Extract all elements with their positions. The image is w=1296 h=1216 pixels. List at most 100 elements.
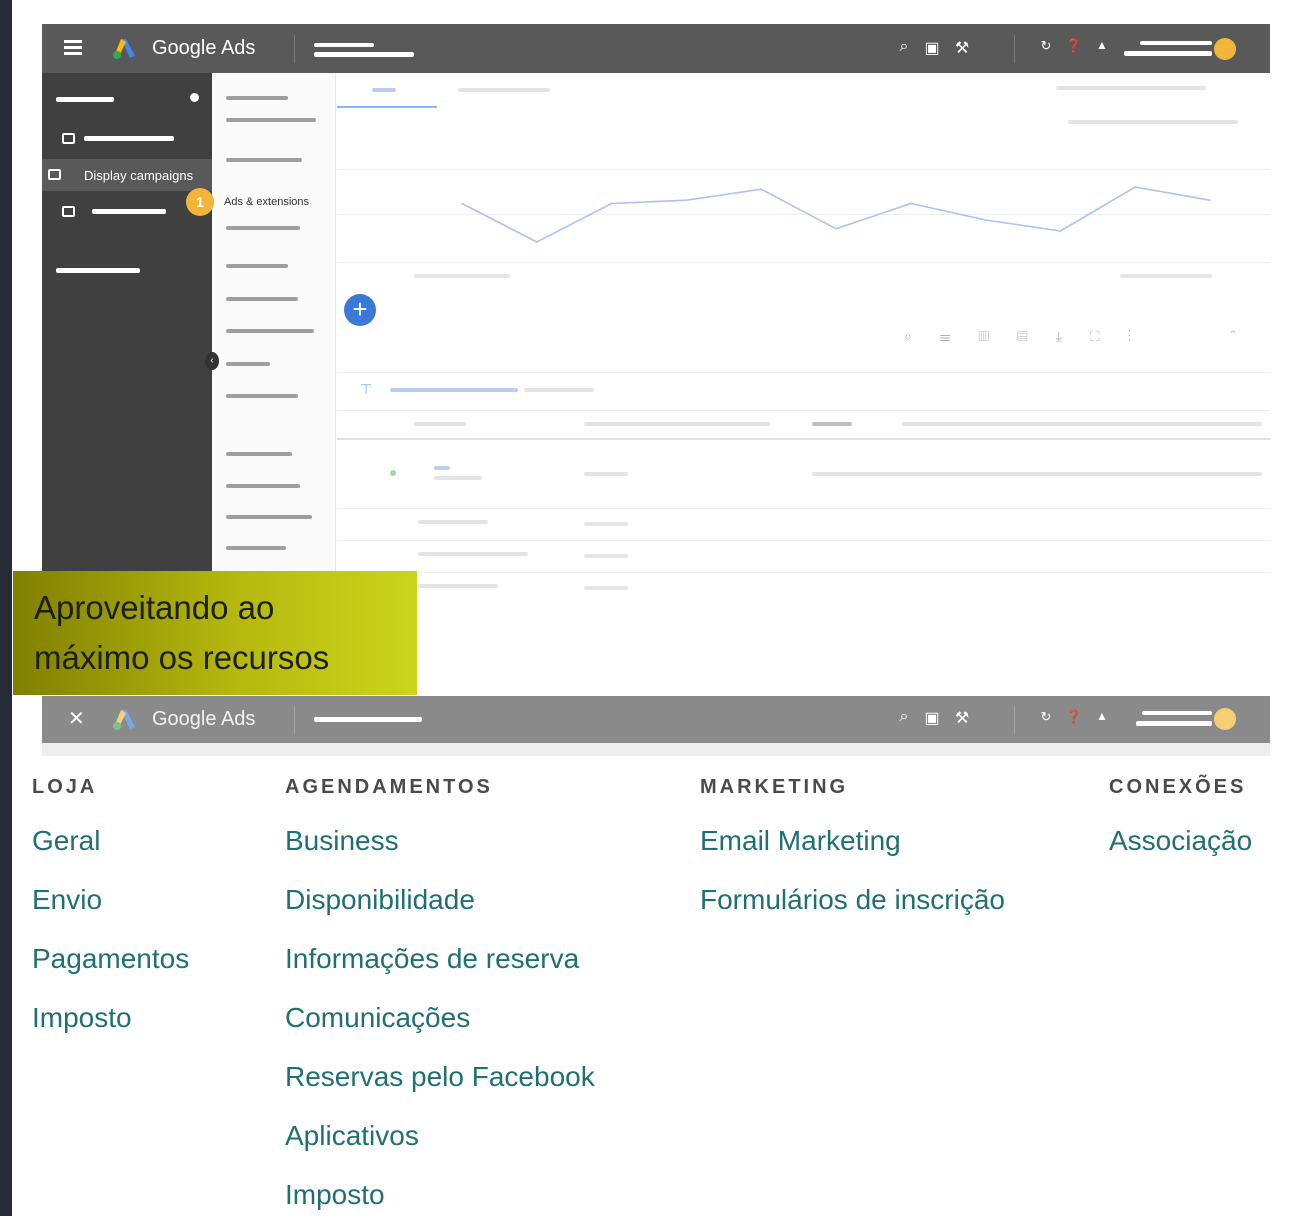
primary-sidebar — [42, 73, 212, 602]
chevron-up-icon[interactable]: ⌃ — [1228, 328, 1238, 342]
table-header-placeholder — [902, 422, 1262, 426]
chart-point — [536, 241, 538, 243]
step-badge: 1 — [186, 188, 214, 216]
table-row-placeholder — [418, 520, 488, 524]
menu-link-associacao[interactable]: Associação — [1109, 825, 1252, 884]
table-header-placeholder — [584, 422, 770, 426]
page-menu-placeholder — [226, 329, 314, 333]
filter-chip-placeholder[interactable] — [390, 388, 518, 392]
page-menu-placeholder — [226, 96, 288, 100]
tab-placeholder[interactable] — [372, 88, 396, 92]
menu-link-email-marketing[interactable]: Email Marketing — [700, 825, 1005, 884]
google-ads-logo-icon — [113, 39, 135, 59]
table-row-placeholder[interactable] — [434, 466, 450, 470]
search-icon[interactable]: ⌕ — [894, 708, 914, 730]
reports-icon[interactable]: ▣ — [922, 708, 942, 730]
caption-line-2: máximo os recursos — [34, 639, 330, 676]
help-icon[interactable]: ❓ — [1064, 709, 1084, 731]
close-icon[interactable]: ✕ — [68, 706, 85, 731]
refresh-icon[interactable]: ↻ — [1036, 709, 1056, 731]
table-header-placeholder — [414, 422, 466, 426]
table-row-placeholder — [434, 476, 482, 480]
refresh-icon[interactable]: ↻ — [1036, 38, 1056, 60]
menu-link-geral[interactable]: Geral — [32, 825, 189, 884]
chart-point — [610, 202, 613, 205]
divider — [337, 410, 1270, 411]
page-menu-placeholder — [226, 452, 292, 456]
sidebar-item-label: Display campaigns — [84, 168, 194, 183]
page-menu-placeholder — [226, 226, 300, 230]
menu-link-imposto[interactable]: Imposto — [32, 1002, 189, 1061]
sidebar-placeholder — [56, 268, 140, 273]
active-tab-indicator — [337, 106, 437, 108]
user-placeholder — [1142, 711, 1212, 715]
google-ads-topbar-screenshot: ✕ Google Ads ⌕ ▣ ⚒ ↻ ❓ ▲ — [42, 696, 1270, 756]
avatar[interactable] — [1214, 38, 1236, 60]
menu-link-imposto[interactable]: Imposto — [285, 1179, 595, 1216]
menu-link-informacoes-de-reserva[interactable]: Informações de reserva — [285, 943, 595, 1002]
table-row-placeholder — [584, 522, 628, 526]
plus-icon[interactable]: + — [344, 294, 376, 326]
menu-column-list: Email Marketing Formulários de inscrição — [700, 825, 1005, 943]
display-icon — [48, 169, 61, 180]
menu-link-envio[interactable]: Envio — [32, 884, 189, 943]
table-header-divider — [337, 438, 1270, 440]
table-row-placeholder — [584, 472, 628, 476]
hamburger-icon[interactable] — [64, 40, 82, 58]
chart-axis-placeholder — [414, 274, 510, 278]
tools-icon[interactable]: ⚒ — [952, 38, 972, 60]
menu-link-pagamentos[interactable]: Pagamentos — [32, 943, 189, 1002]
chart-point — [685, 199, 688, 201]
brand-name: Google Ads — [152, 37, 256, 59]
chart-point — [1059, 230, 1062, 232]
table-row-placeholder — [418, 584, 498, 588]
brand-name: Google Ads — [152, 708, 256, 730]
caption-banner: Aproveitando ao máximo os recursos — [13, 571, 417, 695]
page-menu-placeholder — [226, 297, 298, 301]
menu-link-business[interactable]: Business — [285, 825, 595, 884]
google-ads-logo-icon — [113, 710, 135, 730]
avatar[interactable] — [1214, 708, 1236, 730]
settings-dot-icon[interactable] — [190, 93, 199, 102]
slide: Google Ads ⌕ ▣ ⚒ ↻ ❓ ▲ Display campaigns — [12, 0, 1296, 1216]
chart-point — [835, 228, 837, 230]
table-row-placeholder — [584, 586, 628, 590]
date-range-placeholder[interactable] — [1056, 86, 1206, 90]
help-icon[interactable]: ❓ — [1064, 38, 1084, 60]
table-row-placeholder — [584, 554, 628, 558]
divider — [1014, 706, 1015, 734]
tab-placeholder[interactable] — [458, 88, 550, 92]
google-ads-screenshot: Google Ads ⌕ ▣ ⚒ ↻ ❓ ▲ Display campaigns — [42, 24, 1270, 602]
menu-link-comunicacoes[interactable]: Comunicações — [285, 1002, 595, 1061]
table-toolbar-icons[interactable]: ⌕☰▥▤⤓⛶⋮ — [904, 328, 1159, 345]
chart-point — [760, 188, 762, 190]
table-row-divider — [337, 508, 1270, 509]
menu-column-agendamentos: AGENDAMENTOS Business Disponibilidade In… — [285, 776, 595, 1216]
user-placeholder — [1136, 721, 1212, 726]
status-dot-icon — [390, 470, 396, 476]
tools-icon[interactable]: ⚒ — [952, 708, 972, 730]
page-menu-placeholder — [226, 158, 302, 162]
reports-icon[interactable]: ▣ — [922, 38, 942, 60]
divider — [1014, 35, 1015, 63]
filter-icon[interactable]: ⊤ — [360, 381, 372, 398]
sidebar-placeholder — [84, 136, 174, 141]
content-strip — [42, 743, 1270, 756]
account-placeholder — [314, 52, 414, 57]
caption-line-1: Aproveitando ao — [34, 589, 275, 626]
menu-link-aplicativos[interactable]: Aplicativos — [285, 1120, 595, 1179]
menu-link-formularios-de-inscricao[interactable]: Formulários de inscrição — [700, 884, 1005, 943]
page-menu-ads-extensions[interactable]: Ads & extensions — [224, 196, 309, 208]
menu-link-disponibilidade[interactable]: Disponibilidade — [285, 884, 595, 943]
bell-icon[interactable]: ▲ — [1092, 709, 1112, 731]
page-menu-placeholder — [226, 515, 312, 519]
table-row-divider — [337, 540, 1270, 541]
menu-link-reservas-pelo-facebook[interactable]: Reservas pelo Facebook — [285, 1061, 595, 1120]
filter-placeholder[interactable] — [1068, 120, 1238, 124]
search-icon[interactable]: ⌕ — [894, 38, 914, 60]
menu-column-heading: AGENDAMENTOS — [285, 776, 493, 798]
bell-icon[interactable]: ▲ — [1092, 38, 1112, 60]
performance-line-chart — [461, 186, 1211, 243]
chevron-left-icon[interactable]: ‹ — [205, 352, 219, 370]
account-placeholder — [314, 43, 374, 47]
